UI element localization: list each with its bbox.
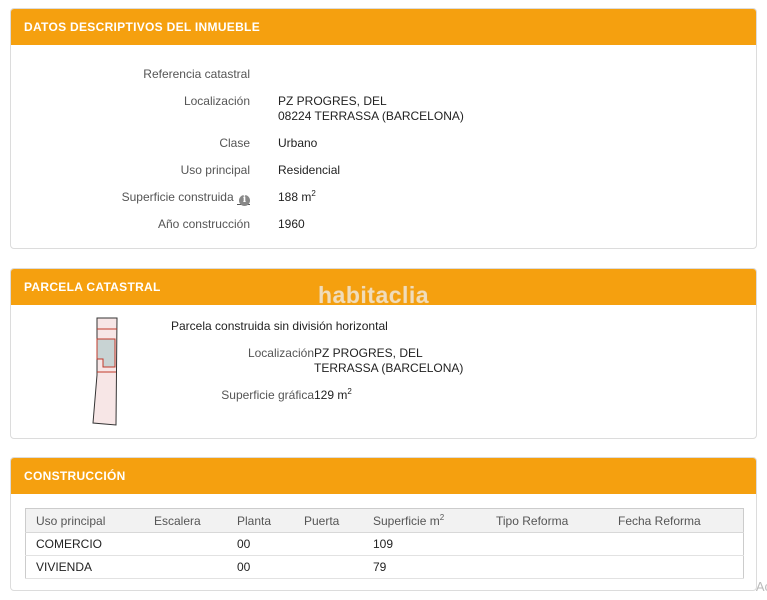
class-label: Clase <box>219 136 250 150</box>
construction-panel: CONSTRUCCIÓN Uso principal Escalera Plan… <box>10 457 757 591</box>
built-surface-value: 188 m <box>278 190 312 204</box>
location-label: Localización <box>183 94 250 108</box>
descriptive-data-panel: DATOS DESCRIPTIVOS DEL INMUEBLE Referenc… <box>10 8 757 249</box>
table-header-row: Uso principal Escalera Planta Puerta Sup… <box>25 508 744 533</box>
main-use-label: Uso principal <box>180 163 250 177</box>
built-surface-label-wrap: Superficie construida i <box>122 190 250 206</box>
parcel-map-thumbnail[interactable] <box>89 315 123 427</box>
built-surface-info-link[interactable]: i <box>237 190 250 206</box>
location-line1: PZ PROGRES, DEL <box>278 94 387 108</box>
table-cell-floor: 00 <box>227 555 294 579</box>
construction-year-value: 1960 <box>278 217 305 231</box>
parcel-location-label: Localización <box>247 346 314 360</box>
table-cell-surface: 109 <box>363 532 486 556</box>
parcel-location-line1: PZ PROGRES, DEL <box>314 346 423 360</box>
col-surface: Superficie m <box>373 513 440 528</box>
descriptive-data-header: DATOS DESCRIPTIVOS DEL INMUEBLE <box>11 9 756 45</box>
table-cell-reform-type <box>486 532 608 556</box>
construction-header: CONSTRUCCIÓN <box>11 458 756 494</box>
table-cell-use: COMERCIO <box>25 532 144 556</box>
parcel-location-line2: TERRASSA (BARCELONA) <box>314 361 464 375</box>
table-cell-reform-date <box>608 532 744 556</box>
table-cell-staircase <box>144 555 227 579</box>
built-surface-unit-sup: 2 <box>311 189 316 198</box>
construction-year-label: Año construcción <box>157 217 250 231</box>
table-cell-surface: 79 <box>363 555 486 579</box>
table-row: VIVIENDA 00 79 <box>25 555 744 579</box>
col-surface-wrap: Superficie m2 <box>363 508 486 533</box>
table-cell-reform-date <box>608 555 744 579</box>
parcel-surface-value: 129 m <box>314 388 348 402</box>
table-cell-door <box>294 532 363 556</box>
col-surface-unit-sup: 2 <box>439 512 445 522</box>
parcel-surface-value-wrap: 129 m2 <box>314 388 352 403</box>
location-line2: 08224 TERRASSA (BARCELONA) <box>278 109 464 123</box>
parcel-surface-unit-sup: 2 <box>347 387 352 396</box>
table-cell-staircase <box>144 532 227 556</box>
watermark-logo: habitaclia <box>318 282 430 308</box>
table-cell-use: VIVIENDA <box>25 555 144 579</box>
table-cell-door <box>294 555 363 579</box>
table-row: COMERCIO 00 109 <box>25 532 744 556</box>
col-floor: Planta <box>227 508 294 533</box>
col-door: Puerta <box>294 508 363 533</box>
built-surface-value-wrap: 188 m2 <box>278 190 316 205</box>
main-use-value: Residencial <box>278 163 341 177</box>
info-icon[interactable]: i <box>239 195 250 206</box>
edge-overlay-text: Ac <box>755 579 767 594</box>
col-reform-type: Tipo Reforma <box>486 508 608 533</box>
parcel-subtitle: Parcela construida sin división horizont… <box>171 319 388 333</box>
col-reform-date: Fecha Reforma <box>608 508 744 533</box>
col-staircase: Escalera <box>144 508 227 533</box>
col-main-use: Uso principal <box>25 508 144 533</box>
cadastral-reference-label: Referencia catastral <box>143 67 250 81</box>
parcel-surface-label: Superficie gráfica <box>221 388 314 402</box>
table-cell-reform-type <box>486 555 608 579</box>
built-surface-label: Superficie construida <box>121 190 234 204</box>
table-cell-floor: 00 <box>227 532 294 556</box>
class-value: Urbano <box>278 136 318 150</box>
construction-table: Uso principal Escalera Planta Puerta Sup… <box>25 508 744 579</box>
